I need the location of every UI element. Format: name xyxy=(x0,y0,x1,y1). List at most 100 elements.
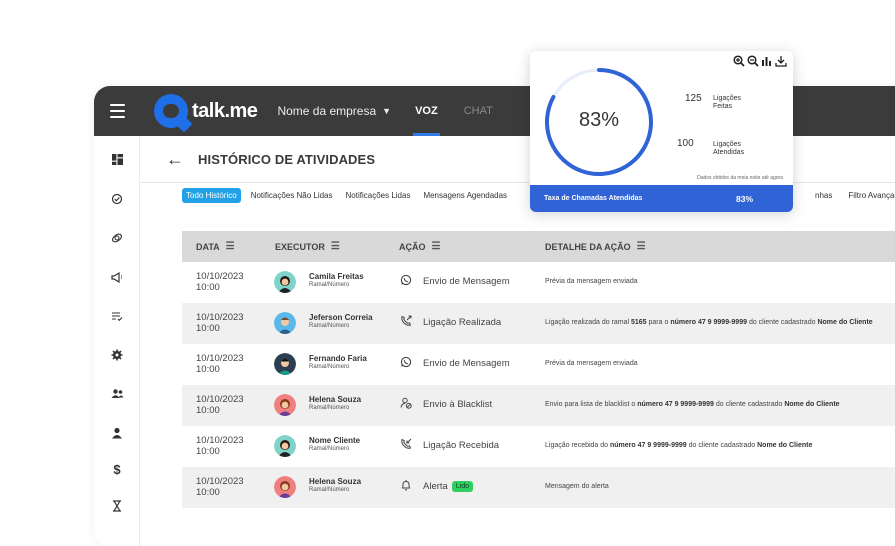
action-text: Envio de Mensagem xyxy=(423,358,510,369)
bar-chart-icon[interactable] xyxy=(761,55,773,70)
executor-extension: Ramal/Número xyxy=(309,364,350,370)
avatar xyxy=(274,353,296,375)
filter-campanhas[interactable]: nhas xyxy=(812,188,835,203)
table-row[interactable]: 10/10/2023 10:00 Fernando Faria Ramal/Núm… xyxy=(182,344,895,385)
read-badge: Lido xyxy=(451,481,474,492)
chart-toolbar xyxy=(733,55,787,70)
company-selector[interactable]: Nome da empresa ▼ xyxy=(277,104,391,118)
check-circle-icon[interactable] xyxy=(94,193,140,208)
executor-extension: Ramal/Número xyxy=(309,446,350,452)
column-executor[interactable]: EXECUTOR ☰ xyxy=(275,241,340,252)
gear-icon[interactable] xyxy=(94,349,140,364)
whatsapp-icon xyxy=(400,356,412,371)
avatar xyxy=(274,476,296,498)
whatsapp-icon xyxy=(400,274,412,289)
logo: talk.me xyxy=(154,94,258,128)
filter-lidas[interactable]: Notificações Lidas xyxy=(343,188,414,203)
column-acao[interactable]: AÇÃO ☰ xyxy=(399,241,441,252)
answered-calls-count: 100 xyxy=(677,138,694,149)
filter-avancado[interactable]: Filtro Avançado xyxy=(845,188,895,203)
page-title: HISTÓRICO DE ATIVIDADES xyxy=(198,151,376,167)
action-text: Ligação Recebida xyxy=(423,440,500,451)
footer-value: 83% xyxy=(736,193,754,204)
action-detail: Mensagem do alerta xyxy=(545,483,609,490)
data-period-note: Dados obtidos da meia noite até agora xyxy=(697,175,783,181)
tab-voz[interactable]: VOZ xyxy=(413,86,440,136)
satellite-icon[interactable] xyxy=(94,232,140,247)
filter-todo-historico[interactable]: Todo Histórico xyxy=(182,188,241,203)
action-detail: Prévia da mensagem enviada xyxy=(545,360,638,367)
table-row[interactable]: 10/10/2023 10:00 Helena Souza Ramal/Númer… xyxy=(182,467,895,508)
user-block-icon xyxy=(400,397,412,412)
avatar xyxy=(274,435,296,457)
action-text: Envio à Blacklist xyxy=(423,399,493,410)
action-text: Alerta Lido xyxy=(423,481,474,492)
tab-chat[interactable]: CHAT xyxy=(462,86,495,136)
date-cell: 10/10/2023 10:00 xyxy=(196,476,244,498)
action-detail: Ligação realizada do ramal 5165 para o n… xyxy=(545,319,873,326)
executor-name: Jeferson Correia xyxy=(309,313,373,322)
hourglass-icon[interactable] xyxy=(94,500,140,515)
action-detail: Prévia da mensagem enviada xyxy=(545,278,638,285)
executor-name: Helena Souza xyxy=(309,395,362,404)
answered-calls-card: 83% 125 Ligações Feitas 100 Ligações Atend… xyxy=(530,51,793,212)
sidebar: $ xyxy=(94,136,140,546)
chevron-down-icon: ▼ xyxy=(382,106,392,116)
logo-text: talk.me xyxy=(192,99,258,122)
menu-icon[interactable] xyxy=(94,104,140,118)
incoming-call-icon xyxy=(400,438,412,453)
table-row[interactable]: 10/10/2023 10:00 Helena Souza Ramal/Númer… xyxy=(182,385,895,426)
dashboard-icon[interactable] xyxy=(94,154,140,168)
filter-agendadas[interactable]: Mensagens Agendadas xyxy=(420,188,510,203)
percent-label: 83% xyxy=(579,109,620,131)
made-calls-label: Ligações Feitas xyxy=(713,95,742,110)
executor-extension: Ramal/Número xyxy=(309,487,350,493)
date-cell: 10/10/2023 10:00 xyxy=(196,435,244,457)
table-row[interactable]: 10/10/2023 10:00 Jeferson Correia Ramal/N… xyxy=(182,303,895,344)
users-icon[interactable] xyxy=(94,388,140,403)
user-icon[interactable] xyxy=(94,427,140,442)
megaphone-icon[interactable] xyxy=(94,271,140,286)
footer-label: Taxa de Chamadas Atendidas xyxy=(544,195,643,202)
back-arrow-icon[interactable]: ← xyxy=(166,150,184,168)
zoom-out-icon[interactable] xyxy=(747,55,759,70)
filter-nao-lidas[interactable]: Notificações Não Lidas xyxy=(248,188,336,203)
avatar xyxy=(274,312,296,334)
filter-icon[interactable]: ☰ xyxy=(331,241,340,252)
column-data[interactable]: DATA ☰ xyxy=(196,241,235,252)
table-row[interactable]: 10/10/2023 10:00 Camila Freitas Ramal/Núm… xyxy=(182,262,895,303)
filter-icon[interactable]: ☰ xyxy=(637,241,646,252)
download-icon[interactable] xyxy=(775,55,787,70)
date-cell: 10/10/2023 10:00 xyxy=(196,353,244,375)
dollar-icon[interactable]: $ xyxy=(94,462,140,477)
date-cell: 10/10/2023 10:00 xyxy=(196,271,244,293)
executor-extension: Ramal/Número xyxy=(309,323,350,329)
table-header: DATA ☰ EXECUTOR ☰ AÇÃO ☰ DETALHE DA AÇÃO ☰ xyxy=(182,231,895,262)
card-footer: Taxa de Chamadas Atendidas 83% xyxy=(530,185,793,212)
avatar xyxy=(274,394,296,416)
filter-icon[interactable]: ☰ xyxy=(432,241,441,252)
date-cell: 10/10/2023 10:00 xyxy=(196,394,244,416)
executor-name: Nome Cliente xyxy=(309,436,361,445)
action-detail: Ligação recebida do número 47 9 9999-999… xyxy=(545,442,813,449)
action-text: Envio de Mensagem xyxy=(423,276,510,287)
executor-extension: Ramal/Número xyxy=(309,282,350,288)
bell-icon xyxy=(400,479,412,494)
action-text: Ligação Realizada xyxy=(423,317,502,328)
column-detalhe[interactable]: DETALHE DA AÇÃO ☰ xyxy=(545,241,646,252)
date-cell: 10/10/2023 10:00 xyxy=(196,312,244,334)
executor-name: Fernando Faria xyxy=(309,354,367,363)
zoom-in-icon[interactable] xyxy=(733,55,745,70)
made-calls-count: 125 xyxy=(685,93,702,104)
page-header: ← HISTÓRICO DE ATIVIDADES xyxy=(166,150,375,168)
outgoing-call-icon xyxy=(400,315,412,330)
filter-icon[interactable]: ☰ xyxy=(226,241,235,252)
filter-tabs: Todo Histórico Notificações Não Lidas No… xyxy=(182,188,510,203)
filter-tabs-right: nhas Filtro Avançado xyxy=(812,188,895,203)
avatar xyxy=(274,271,296,293)
table-row[interactable]: 10/10/2023 10:00 Nome Cliente Ramal/Númer… xyxy=(182,426,895,467)
executor-name: Camila Freitas xyxy=(309,272,364,281)
executor-name: Helena Souza xyxy=(309,477,362,486)
list-check-icon[interactable] xyxy=(94,310,140,325)
executor-extension: Ramal/Número xyxy=(309,405,350,411)
